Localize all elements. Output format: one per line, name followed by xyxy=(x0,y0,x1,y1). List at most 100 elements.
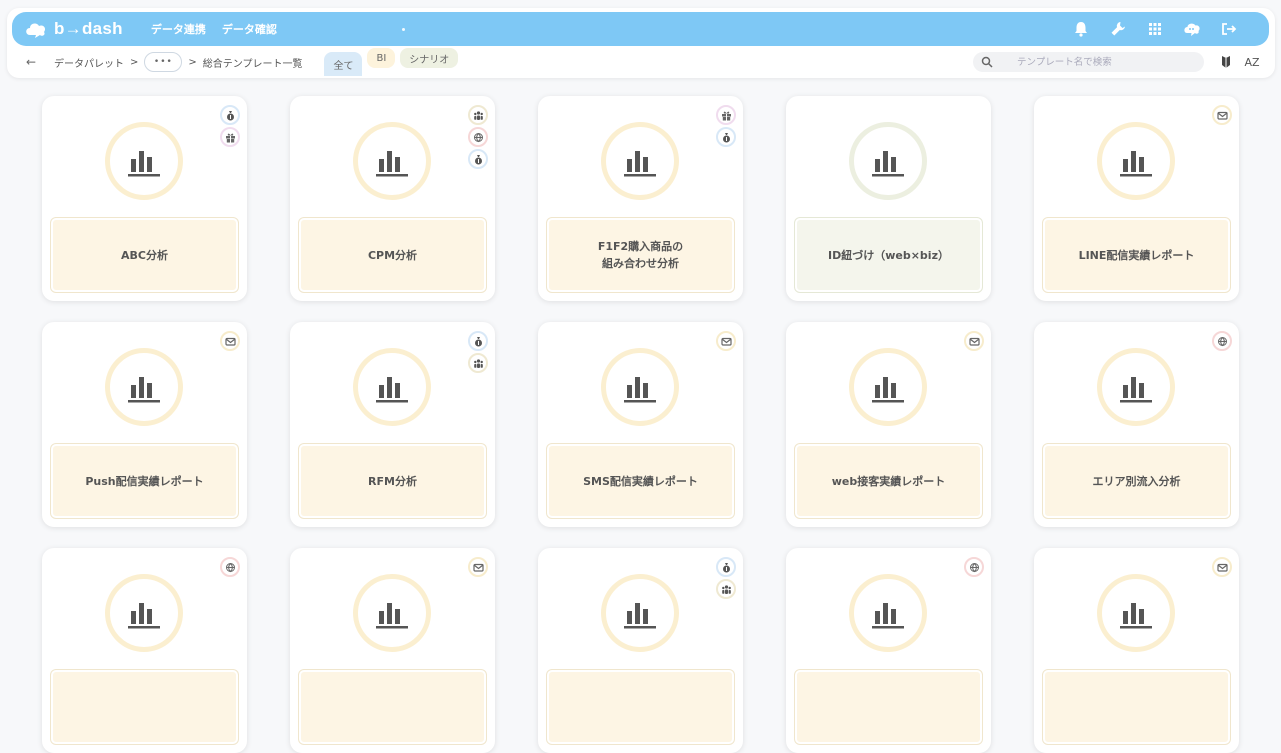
breadcrumb-root[interactable]: データパレット xyxy=(54,55,124,70)
template-badges xyxy=(220,557,240,579)
bar-chart-icon xyxy=(1120,377,1152,403)
bar-chart-icon xyxy=(128,603,160,629)
money-bag-icon xyxy=(716,557,736,577)
template-card[interactable]: CPM分析 xyxy=(290,96,495,301)
top-icons xyxy=(1054,12,1239,46)
template-badges xyxy=(220,105,240,149)
breadcrumb-separator: > xyxy=(130,56,139,68)
template-title xyxy=(51,670,238,744)
bar-chart-icon xyxy=(624,151,656,177)
template-badges xyxy=(468,557,488,579)
web-globe-icon xyxy=(220,557,240,577)
chart-icon-ring xyxy=(601,122,679,200)
nav-data-link[interactable]: データ連携 xyxy=(151,21,206,37)
bell-icon[interactable] xyxy=(1071,19,1091,39)
topbar-dot xyxy=(402,28,405,31)
people-icon xyxy=(716,579,736,599)
template-card[interactable]: SMS配信実績レポート xyxy=(538,322,743,527)
filter-tabs: 全て BI シナリオ xyxy=(324,48,463,76)
template-card[interactable]: web接客実績レポート xyxy=(786,322,991,527)
chart-icon-ring xyxy=(1097,122,1175,200)
mail-icon xyxy=(1212,557,1232,577)
template-title xyxy=(299,670,486,744)
bar-chart-icon xyxy=(376,377,408,403)
template-badges xyxy=(716,105,736,149)
template-card[interactable]: Push配信実績レポート xyxy=(42,322,247,527)
web-globe-icon xyxy=(468,127,488,147)
nav-data-check[interactable]: データ確認 xyxy=(222,21,277,37)
chart-icon-ring xyxy=(353,348,431,426)
template-badges xyxy=(1212,105,1232,127)
bar-chart-icon xyxy=(128,377,160,403)
template-card[interactable] xyxy=(290,548,495,753)
filter-tab-all[interactable]: 全て xyxy=(324,52,363,76)
people-icon xyxy=(468,353,488,373)
search-icon xyxy=(981,56,993,68)
template-title: エリア別流入分析 xyxy=(1043,444,1230,518)
sort-az-button[interactable]: AZ xyxy=(1243,53,1261,71)
filter-tab-bi[interactable]: BI xyxy=(367,48,396,68)
search-input[interactable] xyxy=(1015,55,1199,69)
mail-icon xyxy=(220,331,240,351)
template-title: CPM分析 xyxy=(299,218,486,292)
template-title xyxy=(795,670,982,744)
money-bag-icon xyxy=(716,127,736,147)
template-title: LINE配信実績レポート xyxy=(1043,218,1230,292)
money-bag-icon xyxy=(220,105,240,125)
template-title: SMS配信実績レポート xyxy=(547,444,734,518)
bar-chart-icon xyxy=(1120,151,1152,177)
chat-icon[interactable] xyxy=(1182,19,1202,39)
search-box xyxy=(973,52,1204,72)
money-bag-icon xyxy=(468,331,488,351)
chart-icon-ring xyxy=(105,122,183,200)
chart-icon-ring xyxy=(353,122,431,200)
bar-chart-icon xyxy=(128,151,160,177)
bar-chart-icon xyxy=(376,151,408,177)
template-title: Push配信実績レポート xyxy=(51,444,238,518)
logout-icon[interactable] xyxy=(1219,19,1239,39)
category-filter-icon[interactable] xyxy=(1217,53,1235,71)
web-globe-icon xyxy=(964,557,984,577)
template-card[interactable]: エリア別流入分析 xyxy=(1034,322,1239,527)
chart-icon-ring xyxy=(1097,574,1175,652)
bar-chart-icon xyxy=(1120,603,1152,629)
filter-tab-scenario[interactable]: シナリオ xyxy=(400,48,459,68)
template-badges xyxy=(220,331,240,353)
bar-chart-icon xyxy=(376,603,408,629)
template-card[interactable] xyxy=(538,548,743,753)
arrow-left-icon[interactable]: ← xyxy=(26,55,46,69)
bar-chart-icon xyxy=(624,377,656,403)
template-title: F1F2購入商品の 組み合わせ分析 xyxy=(547,218,734,292)
template-badges xyxy=(716,331,736,353)
template-card[interactable]: F1F2購入商品の 組み合わせ分析 xyxy=(538,96,743,301)
template-card[interactable]: RFM分析 xyxy=(290,322,495,527)
wrench-icon[interactable] xyxy=(1108,19,1128,39)
logo[interactable]: b→dash xyxy=(24,19,123,39)
template-badges xyxy=(964,331,984,353)
template-card[interactable]: LINE配信実績レポート xyxy=(1034,96,1239,301)
gift-icon xyxy=(220,127,240,147)
template-title: ABC分析 xyxy=(51,218,238,292)
bar-chart-icon xyxy=(624,603,656,629)
breadcrumb-ellipsis-button[interactable]: ••• xyxy=(144,52,183,72)
apps-grid-icon[interactable] xyxy=(1145,19,1165,39)
breadcrumb-current: 総合テンプレート一覧 xyxy=(202,58,303,70)
logo-cloud-icon xyxy=(26,23,46,38)
mail-icon xyxy=(1212,105,1232,125)
money-bag-icon xyxy=(468,149,488,169)
template-card[interactable] xyxy=(786,548,991,753)
chart-icon-ring xyxy=(353,574,431,652)
top-navigation-bar: b→dash データ連携 データ確認 xyxy=(12,12,1269,46)
main-nav: データ連携 データ確認 xyxy=(151,21,293,37)
template-title: ID紐づけ（web×biz） xyxy=(795,218,982,292)
sub-toolbar-actions: AZ xyxy=(1217,53,1269,71)
template-card[interactable] xyxy=(1034,548,1239,753)
template-card[interactable]: ABC分析 xyxy=(42,96,247,301)
chart-icon-ring xyxy=(1097,348,1175,426)
template-card[interactable]: ID紐づけ（web×biz） xyxy=(786,96,991,301)
template-card[interactable] xyxy=(42,548,247,753)
template-title xyxy=(1043,670,1230,744)
template-badges xyxy=(964,557,984,579)
gift-icon xyxy=(716,105,736,125)
bar-chart-icon xyxy=(872,377,904,403)
